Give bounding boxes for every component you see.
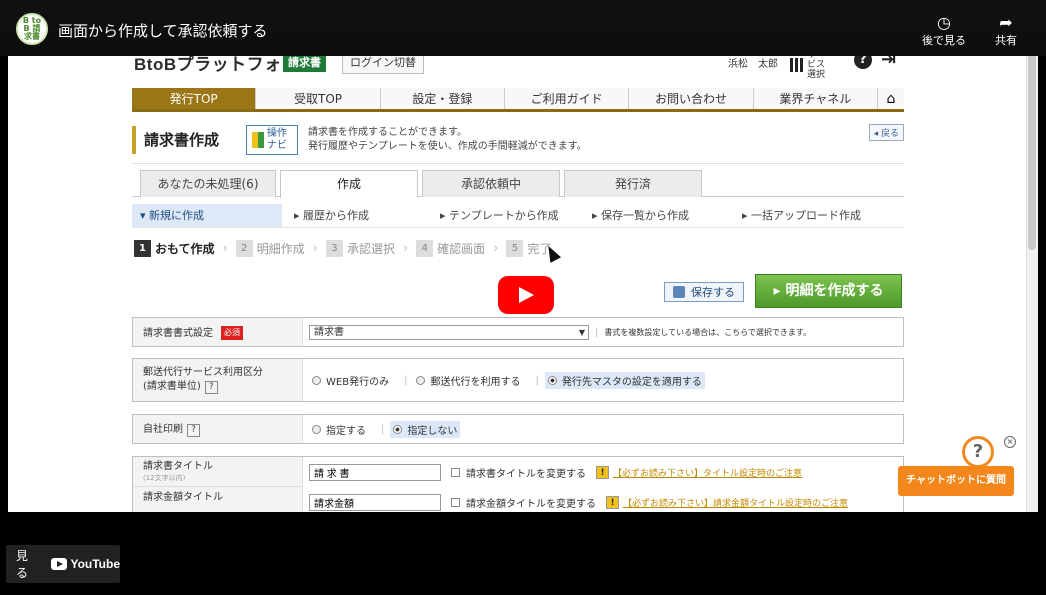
mail-service-row: 郵送代行サービス利用区分 (請求書単位)? WEB発行のみ | 郵送代行を利用す…	[132, 358, 904, 402]
back-button[interactable]: ◂ 戻る	[868, 124, 904, 141]
tab-approval-pending[interactable]: 承認依頼中	[422, 170, 560, 197]
clock-icon: ◷	[937, 13, 951, 32]
main-nav: 発行TOP 受取TOP 設定・登録 ご利用ガイド お問い合わせ 業界チャネル ⌂	[132, 88, 904, 112]
radio-apply-master[interactable]: 発行先マスタの設定を適用する	[544, 371, 705, 389]
chatbot-button[interactable]: チャットボットに質問	[898, 466, 1014, 496]
amount-title-label: 請求金額タイトル	[133, 487, 303, 512]
user-name: 浜松 太郎	[728, 59, 778, 70]
required-badge: 必須	[221, 326, 243, 340]
tab-issued[interactable]: 発行済	[564, 170, 702, 197]
subtab-history[interactable]: ▸ 履歴から作成	[294, 204, 369, 227]
tab-bar: あなたの未処理(6) 作成 承認依頼中 発行済	[132, 169, 904, 198]
youtube-title-bar: B to B 請求書 画面から作成して承認依頼する ◷ 後で見る ➦ 共有	[0, 0, 1046, 56]
video-title[interactable]: 画面から作成して承認依頼する	[58, 20, 268, 41]
youtube-play-button[interactable]	[498, 276, 554, 314]
format-value-cell: 請求書 | 書式を複数設定している場合は、こちらで選択できます。	[309, 318, 903, 346]
radio-print-none[interactable]: 指定しない	[390, 420, 461, 438]
operation-navi-button[interactable]: 操作ナビ	[246, 125, 298, 155]
amount-change-checkbox[interactable]	[451, 497, 460, 507]
step-1: 1 おもて作成	[134, 239, 215, 257]
chatbot-close-icon[interactable]: ×	[1004, 436, 1016, 448]
invoice-title-label: 請求書タイトル (12文字以内)	[133, 457, 303, 487]
nav-receive-top[interactable]: 受取TOP	[256, 88, 381, 109]
nav-guide[interactable]: ご利用ガイド	[504, 88, 630, 109]
step-chevron-icon: ›	[493, 240, 499, 256]
save-icon	[673, 286, 685, 298]
step-chevron-icon: ›	[402, 240, 409, 256]
scrollbar-thumb[interactable]	[1028, 50, 1036, 250]
create-details-button[interactable]: ▸ 明細を作成する	[755, 274, 902, 308]
channel-avatar[interactable]: B to B 請求書	[16, 13, 48, 45]
chatbot-question-icon[interactable]: ?	[962, 436, 994, 468]
amount-title-input[interactable]	[309, 493, 441, 511]
tab-create[interactable]: 作成	[280, 170, 418, 198]
subtab-template[interactable]: ▸ テンプレートから作成	[440, 204, 559, 227]
video-frame: BtoBプラットフォーム 請求書 ログイン切替 インフォプロジェクト株式会社 浜…	[0, 0, 1046, 595]
share-icon: ➦	[999, 13, 1013, 32]
save-button[interactable]: 保存する	[664, 282, 744, 302]
page-description: 請求書を作成することができます。 発行履歴やテンプレートを使い、作成の手間軽減が…	[308, 127, 587, 152]
warning-icon: !	[596, 465, 609, 479]
nav-settings[interactable]: 設定・登録	[380, 88, 505, 109]
youtube-logo-icon	[51, 558, 68, 570]
nav-issue-top[interactable]: 発行TOP	[132, 88, 257, 109]
invoice-title-input[interactable]	[309, 463, 441, 481]
app-page: BtoBプラットフォーム 請求書 ログイン切替 インフォプロジェクト株式会社 浜…	[8, 44, 1038, 512]
scrollbar[interactable]	[1026, 44, 1038, 512]
watch-on-youtube-button[interactable]: 見る YouTube	[6, 545, 120, 583]
step-chevron-icon: ›	[312, 240, 318, 256]
tab-unprocessed[interactable]: あなたの未処理(6)	[140, 170, 276, 197]
warning-icon: !	[606, 495, 619, 509]
self-print-label: 自社印刷?	[133, 415, 303, 443]
mail-service-label: 郵送代行サービス利用区分 (請求書単位)?	[133, 359, 303, 401]
beginner-leaf-icon	[252, 132, 264, 148]
title-notice-link[interactable]: 【必ずお読み下さい】タイトル設定時のご注意	[613, 466, 802, 479]
radio-mail-service[interactable]: 郵送代行を利用する	[413, 372, 523, 389]
page-title: 請求書作成	[132, 126, 219, 154]
format-label: 請求書書式設定 必須	[133, 318, 303, 346]
radio-print-specify[interactable]: 指定する	[309, 421, 369, 438]
step-3: 3 承認選択	[325, 239, 395, 257]
home-icon[interactable]: ⌂	[877, 88, 904, 109]
format-row: 請求書書式設定必須 請求書 | 書式を複数設定している場合は、こちらで選択できま…	[132, 317, 904, 347]
step-4: 4 確認画面	[416, 239, 485, 257]
nav-industry-channel[interactable]: 業界チャネル	[753, 88, 878, 109]
format-note: 書式を複数設定している場合は、こちらで選択できます。	[604, 327, 812, 337]
help-icon[interactable]: ?	[204, 381, 218, 394]
invoice-title-cell: 請求書タイトルを変更する ! 【必ずお読み下さい】タイトル設定時のご注意	[309, 457, 903, 487]
share-button[interactable]: ➦ 共有	[976, 14, 1036, 48]
amount-notice-link[interactable]: 【必ずお読み下さい】請求金額タイトル設定時のご注意	[623, 496, 848, 509]
title-change-checkbox[interactable]	[451, 467, 460, 477]
watch-later-button[interactable]: ◷ 後で見る	[914, 14, 974, 48]
title-rows: 請求書タイトル (12文字以内) 請求書タイトルを変更する ! 【必ずお読み下さ…	[132, 456, 904, 512]
page-header: 請求書作成 操作ナビ 請求書を作成することができます。 発行履歴やテンプレートを…	[132, 122, 904, 164]
format-select[interactable]: 請求書	[309, 324, 589, 340]
mail-service-options: WEB発行のみ | 郵送代行を利用する | 発行先マスタの設定を適用する	[309, 359, 903, 401]
radio-web-only[interactable]: WEB発行のみ	[309, 372, 392, 389]
self-print-row: 自社印刷? 指定する | 指定しない	[132, 414, 904, 444]
self-print-options: 指定する | 指定しない	[309, 415, 903, 443]
subtab-saved[interactable]: ▸ 保存一覧から作成	[592, 204, 689, 227]
subtab-bulk-upload[interactable]: ▸ 一括アップロード作成	[742, 204, 861, 227]
step-indicator: 1 おもて作成 › 2 明細作成 › 3 承認選択 › 4 確認画面 › 5 完了	[134, 238, 559, 258]
help-icon[interactable]: ?	[187, 424, 200, 437]
grid-icon	[790, 58, 804, 72]
step-2: 2 明細作成	[235, 239, 305, 257]
subtab-bar: ▾ 新規に作成 ▸ 履歴から作成 ▸ テンプレートから作成 ▸ 保存一覧から作成…	[132, 204, 904, 228]
nav-contact[interactable]: お問い合わせ	[629, 88, 754, 109]
subtab-new[interactable]: ▾ 新規に作成	[132, 204, 282, 227]
step-chevron-icon: ›	[222, 240, 228, 256]
app-screenshot: BtoBプラットフォーム 請求書 ログイン切替 インフォプロジェクト株式会社 浜…	[8, 44, 1038, 512]
amount-title-cell: 請求金額タイトルを変更する ! 【必ずお読み下さい】請求金額タイトル設定時のご注…	[309, 487, 903, 512]
